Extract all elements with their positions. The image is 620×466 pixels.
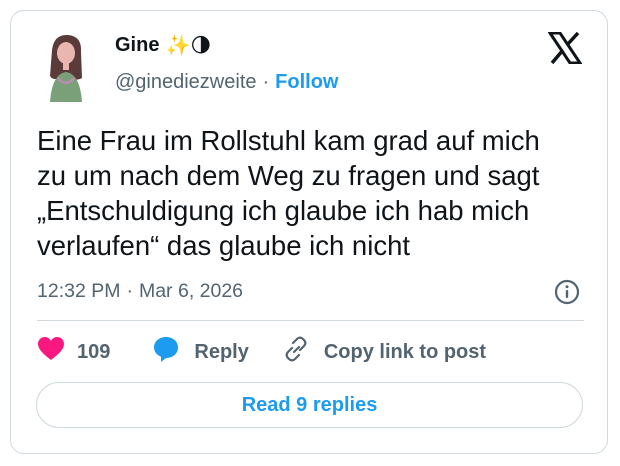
handle-separator: · <box>262 71 270 93</box>
author-name-row[interactable]: Gine ✨🌗 <box>115 34 211 57</box>
reply-button[interactable]: Reply <box>152 335 249 369</box>
heart-icon[interactable] <box>37 336 65 368</box>
author-name[interactable]: Gine <box>115 34 159 57</box>
read-replies-label: Read 9 replies <box>241 393 378 416</box>
tweet-time[interactable]: 12:32 PM <box>37 280 120 303</box>
copy-link-button[interactable]: Copy link to post <box>282 335 486 369</box>
info-icon[interactable] <box>554 279 580 305</box>
copy-link-label: Copy link to post <box>323 340 487 363</box>
tweet-meta[interactable]: 12:32 PM · Mar 6, 2026 <box>37 280 243 303</box>
reply-label: Reply <box>194 340 249 363</box>
follow-button[interactable]: Follow <box>275 71 338 94</box>
divider <box>37 320 584 321</box>
avatar[interactable] <box>40 30 92 102</box>
author-handle[interactable]: @ginediezweite <box>115 71 257 94</box>
like-count: 109 <box>77 340 111 363</box>
link-icon[interactable] <box>282 335 310 369</box>
meta-separator: · <box>126 280 133 302</box>
handle-row: @ginediezweite · Follow <box>115 71 339 94</box>
read-replies-button[interactable]: Read 9 replies <box>36 382 583 428</box>
action-bar: 109 Reply Copy link to post <box>37 335 486 369</box>
x-logo-icon[interactable] <box>547 31 583 65</box>
speech-bubble-icon[interactable] <box>152 335 180 369</box>
like-button[interactable]: 109 <box>37 336 110 368</box>
tweet-date[interactable]: Mar 6, 2026 <box>139 280 243 303</box>
tweet-text: Eine Frau im Rollstuhl kam grad auf mich… <box>37 125 540 261</box>
name-emojis: ✨🌗 <box>165 34 212 57</box>
